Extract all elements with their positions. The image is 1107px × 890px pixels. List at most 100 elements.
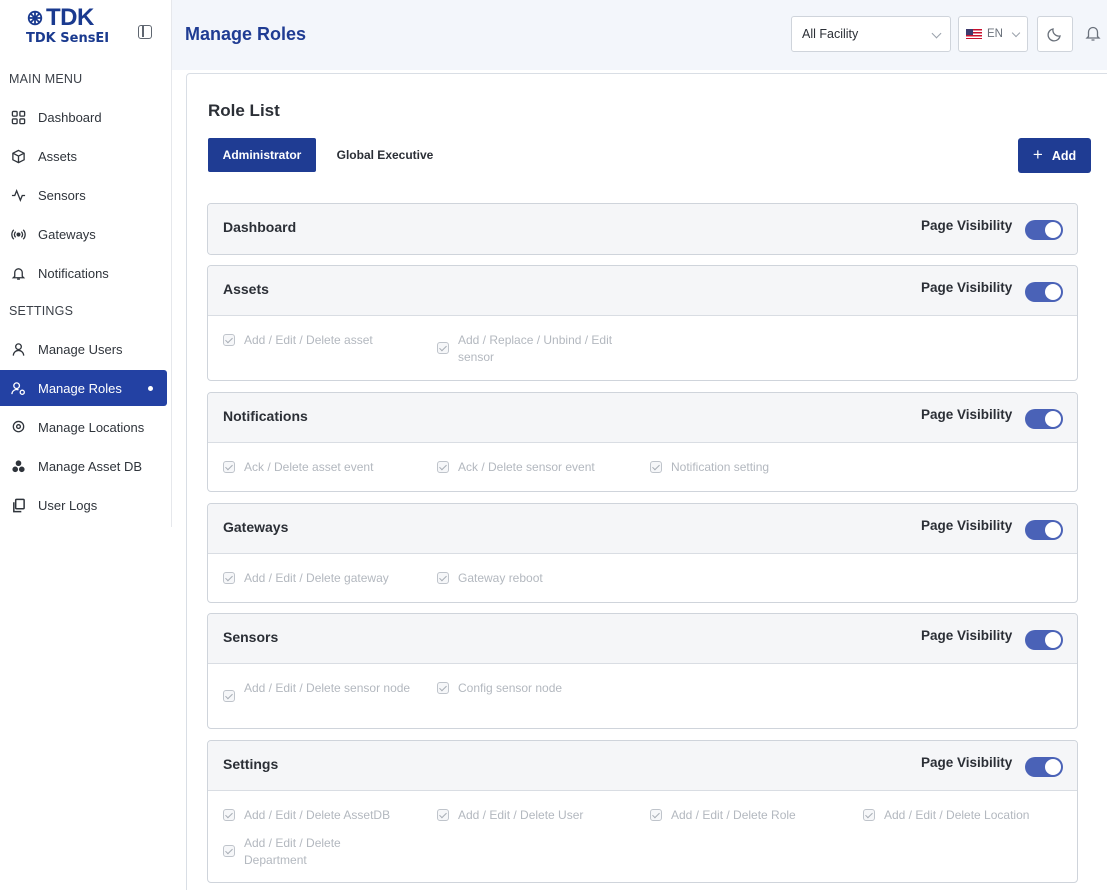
page-visibility-toggle[interactable] <box>1025 409 1063 429</box>
page-visibility-label: Page Visibility <box>921 407 1013 422</box>
user-icon <box>10 341 26 357</box>
bell-icon <box>1085 26 1101 41</box>
page-visibility-label: Page Visibility <box>921 628 1013 643</box>
permission-checkbox[interactable]: Add / Replace / Unbind / Edit sensor <box>437 332 637 366</box>
permission-checkbox[interactable]: Add / Edit / Delete User <box>437 807 637 824</box>
checkbox-checked-icon <box>437 572 449 584</box>
permission-checkbox[interactable]: Gateway reboot <box>437 570 637 587</box>
permission-checkbox[interactable]: Notification setting <box>650 459 850 476</box>
permission-checkbox[interactable]: Add / Edit / Delete Location <box>863 807 1073 824</box>
permission-label: Add / Edit / Delete Location <box>884 808 1030 822</box>
page-visibility-toggle[interactable] <box>1025 630 1063 650</box>
checkbox-checked-icon <box>437 461 449 473</box>
location-pin-icon <box>10 419 26 435</box>
section-title: Notifications <box>223 408 308 424</box>
bell-icon <box>10 265 26 281</box>
tdk-logo[interactable]: TDK TDK SensEI <box>26 6 136 50</box>
permission-label: Add / Edit / Delete asset <box>244 333 373 347</box>
sidebar-item-label: Manage Roles <box>38 380 122 396</box>
page-visibility-label: Page Visibility <box>921 218 1013 233</box>
tdk-emblem-icon <box>27 10 43 26</box>
checkbox-checked-icon <box>437 809 449 821</box>
notification-bell-button[interactable] <box>1085 24 1101 42</box>
permission-checkbox[interactable]: Add / Edit / Delete asset <box>223 332 413 349</box>
checkbox-checked-icon <box>437 682 449 694</box>
sidebar: TDK TDK SensEI MAIN MENU Dashboard Asset… <box>0 0 172 527</box>
sidebar-item-label: Notifications <box>38 265 109 281</box>
moon-icon <box>1047 28 1061 42</box>
sidebar-item-label: User Logs <box>38 497 98 513</box>
checkbox-checked-icon <box>223 572 235 584</box>
add-role-button[interactable]: + Add <box>1018 138 1091 173</box>
user-key-icon <box>10 380 26 396</box>
permission-label: Add / Edit / Delete Role <box>671 808 796 822</box>
sidebar-item-assets[interactable]: Assets <box>0 138 167 174</box>
page-visibility-toggle[interactable] <box>1025 220 1063 240</box>
theme-toggle-button[interactable] <box>1037 16 1073 52</box>
dashboard-grid-icon <box>10 109 26 125</box>
sidebar-item-manage-roles[interactable]: Manage Roles <box>0 370 167 406</box>
sidebar-item-manage-users[interactable]: Manage Users <box>0 331 167 367</box>
permission-checkbox[interactable]: Ack / Delete asset event <box>223 459 423 476</box>
tab-administrator[interactable]: Administrator <box>208 138 316 172</box>
sidebar-item-user-logs[interactable]: User Logs <box>0 487 167 523</box>
permission-section-notifications: Notifications Page Visibility Ack / Dele… <box>207 392 1078 492</box>
section-title: Dashboard <box>223 219 297 235</box>
page-visibility-toggle[interactable] <box>1025 757 1063 777</box>
page-visibility-label: Page Visibility <box>921 518 1013 533</box>
permission-checkbox[interactable]: Add / Edit / Delete AssetDB <box>223 807 423 824</box>
checkbox-checked-icon <box>223 334 235 346</box>
sidebar-item-gateways[interactable]: Gateways <box>0 216 167 252</box>
section-title: Sensors <box>223 629 279 645</box>
tab-global-executive[interactable]: Global Executive <box>326 138 444 172</box>
product-name: TDK SensEI <box>26 31 110 46</box>
permission-checkbox[interactable]: Add / Edit / Delete sensor node <box>223 680 413 702</box>
facility-select-value: All Facility <box>802 27 859 41</box>
sidebar-item-sensors[interactable]: Sensors <box>0 177 167 213</box>
sidebar-item-notifications[interactable]: Notifications <box>0 255 167 291</box>
permission-label: Ack / Delete asset event <box>244 460 374 474</box>
sidebar-item-manage-asset-db[interactable]: Manage Asset DB <box>0 448 167 484</box>
permission-checkbox[interactable]: Config sensor node <box>437 680 637 697</box>
checkbox-checked-icon <box>437 342 449 354</box>
settings-label: SETTINGS <box>9 304 74 318</box>
sidebar-item-label: Manage Users <box>38 341 123 357</box>
permission-section-sensors: Sensors Page Visibility Add / Edit / Del… <box>207 613 1078 729</box>
page-visibility-toggle[interactable] <box>1025 282 1063 302</box>
add-label: Add <box>1051 148 1077 163</box>
chevron-down-icon <box>931 28 942 39</box>
active-indicator-dot <box>148 386 153 391</box>
permission-label: Notification setting <box>671 460 770 474</box>
permission-checkbox[interactable]: Ack / Delete sensor event <box>437 459 637 476</box>
role-list-title: Role List <box>208 101 280 120</box>
page-title: Manage Roles <box>185 24 307 44</box>
permission-label: Ack / Delete sensor event <box>458 460 595 474</box>
copy-doc-icon <box>10 497 26 513</box>
pulse-icon <box>10 187 26 203</box>
checkbox-checked-icon <box>223 690 235 702</box>
checkbox-checked-icon <box>650 809 662 821</box>
permission-label: Config sensor node <box>458 681 563 695</box>
chevron-down-icon <box>1011 28 1021 38</box>
permission-section-gateways: Gateways Page Visibility Add / Edit / De… <box>207 503 1078 603</box>
checkbox-checked-icon <box>650 461 662 473</box>
facility-select[interactable]: All Facility <box>791 16 951 52</box>
sidebar-item-manage-locations[interactable]: Manage Locations <box>0 409 167 445</box>
sidebar-item-label: Gateways <box>38 226 96 242</box>
sidebar-item-dashboard[interactable]: Dashboard <box>0 99 167 135</box>
permission-checkbox[interactable]: Add / Edit / Delete Department <box>223 835 373 869</box>
sidebar-item-label: Sensors <box>38 187 86 203</box>
permission-checkbox[interactable]: Add / Edit / Delete Role <box>650 807 850 824</box>
sidebar-item-label: Manage Asset DB <box>38 458 143 474</box>
logo-text: TDK <box>46 4 94 31</box>
permission-checkbox[interactable]: Add / Edit / Delete gateway <box>223 570 423 587</box>
permission-label: Add / Edit / Delete User <box>458 808 584 822</box>
language-select[interactable]: EN <box>958 16 1028 52</box>
sidebar-item-label: Dashboard <box>38 109 102 125</box>
cube-icon <box>10 148 26 164</box>
section-title: Gateways <box>223 519 289 535</box>
page-visibility-toggle[interactable] <box>1025 520 1063 540</box>
checkbox-checked-icon <box>223 461 235 473</box>
sidebar-collapse-icon[interactable] <box>138 25 152 39</box>
checkbox-checked-icon <box>223 809 235 821</box>
